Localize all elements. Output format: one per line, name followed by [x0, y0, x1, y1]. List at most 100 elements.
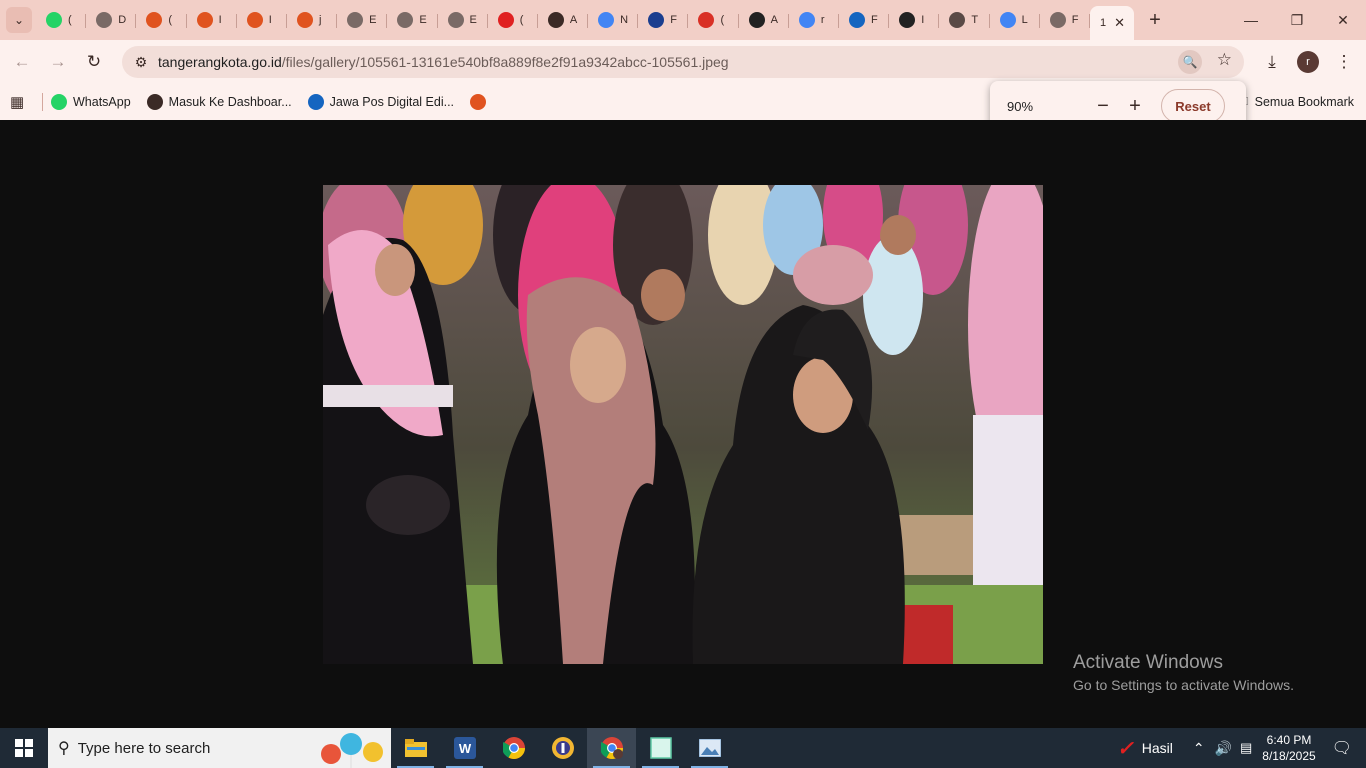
pixiv-icon [899, 12, 916, 28]
chevron-up-icon[interactable]: ⌃ [1193, 740, 1205, 757]
weather-widget[interactable]: ✓ Hasil [1117, 736, 1173, 761]
google-icon [999, 12, 1016, 28]
tab-title: A [770, 14, 778, 26]
start-button[interactable] [0, 728, 48, 768]
zoom-indicator-icon[interactable]: 🔍 [1178, 50, 1202, 74]
taskbar-photos[interactable] [685, 728, 734, 768]
browser-tab[interactable]: I [187, 5, 237, 35]
browser-tab[interactable]: D [86, 5, 137, 35]
bookmark-item[interactable]: Masuk Ke Dashboar... [146, 94, 292, 110]
browser-tab[interactable]: j [287, 5, 338, 35]
reload-button[interactable]: ↻ [76, 44, 112, 80]
downloads-button[interactable]: ⤓ [1256, 46, 1288, 78]
browser-tab[interactable]: F [638, 5, 689, 35]
zoom-reset-button[interactable]: Reset [1161, 89, 1225, 123]
bookmark-list: WhatsApp Masuk Ke Dashboar... Jawa Pos Dig… [51, 94, 508, 110]
taskbar-notepad[interactable] [636, 728, 685, 768]
aperture-icon [347, 12, 364, 28]
tab-title: N [620, 14, 629, 26]
browser-tab[interactable]: E [438, 5, 488, 35]
taskbar-search[interactable]: ⚲ Type here to search [48, 728, 391, 768]
profile-button[interactable]: r [1292, 46, 1324, 78]
clock[interactable]: 6:40 PM 8/18/2025 [1262, 732, 1315, 764]
google-icon [798, 12, 815, 28]
bookmark-item[interactable] [470, 94, 492, 110]
network-icon[interactable]: ▤ [1240, 740, 1252, 756]
menu-button[interactable]: ⋮ [1328, 46, 1360, 78]
close-tab-icon[interactable]: ✕ [1114, 15, 1125, 31]
browser-tab[interactable]: ( [136, 5, 187, 35]
browser-tab[interactable]: E [337, 5, 388, 35]
browser-tab[interactable]: T [939, 5, 990, 35]
zoom-out-button[interactable]: − [1087, 90, 1119, 122]
tab-title: L [1021, 14, 1028, 26]
taskbar-word[interactable]: W [440, 728, 489, 768]
tab-title: ( [68, 14, 72, 26]
bookmark-star-icon[interactable]: ☆ [1217, 50, 1232, 70]
browser-tab[interactable]: A [538, 5, 589, 35]
taskbar-chrome[interactable] [489, 728, 538, 768]
chevron-down-icon: ⌄ [13, 13, 25, 27]
browser-tab[interactable]: L [990, 5, 1040, 35]
windows-logo-icon [15, 739, 33, 757]
tab-title: D [118, 14, 127, 26]
aperture-icon [397, 12, 414, 28]
forward-button[interactable]: → [40, 44, 76, 80]
tab-title: I [921, 14, 925, 26]
address-bar[interactable]: ⚙ tangerangkota.go.id/files/gallery/1055… [122, 46, 1244, 78]
tab-title: A [569, 14, 578, 26]
globe-icon [146, 94, 163, 110]
windows-activation-watermark: Activate Windows Go to Settings to activ… [1073, 652, 1294, 693]
site-info-icon[interactable]: ⚙ [126, 54, 156, 71]
browser-tab[interactable]: F [839, 5, 890, 35]
tab-title: T [971, 14, 979, 26]
search-icon: ⚲ [58, 740, 70, 757]
browser-tab[interactable]: I [889, 5, 940, 35]
taskbar-file-explorer[interactable] [391, 728, 440, 768]
browser-tab-active[interactable]: 1 ✕ [1089, 6, 1134, 40]
url-path: /files/gallery/105561-13161e540bf8a889f8… [281, 54, 729, 70]
taskbar-chrome-profile[interactable] [587, 728, 636, 768]
zoom-in-button[interactable]: + [1119, 90, 1151, 122]
notification-icon[interactable]: 🗨 [1332, 738, 1352, 758]
apps-grid-icon[interactable]: ▦ [10, 93, 32, 111]
all-bookmarks-button[interactable]: 🗀 Semua Bookmark [1237, 84, 1354, 120]
folder-icon [404, 739, 427, 757]
taskbar-vpn[interactable] [538, 728, 587, 768]
back-button[interactable]: ← [4, 44, 40, 80]
restore-button[interactable]: ❐ [1274, 0, 1320, 40]
tab-search-button[interactable]: ⌄ [6, 7, 32, 33]
balloons-icon [321, 733, 383, 768]
bookmark-item[interactable]: Jawa Pos Digital Edi... [307, 94, 454, 110]
browser-tab[interactable]: r [789, 5, 839, 35]
whatsapp-icon [51, 94, 67, 110]
shield-icon [949, 12, 966, 28]
gallery-photo[interactable] [323, 185, 1043, 664]
browser-tab[interactable]: ( [36, 5, 87, 35]
browser-tab[interactable]: F [1040, 5, 1090, 35]
tab-title: F [1071, 14, 1079, 26]
bookmarks-divider [42, 93, 43, 111]
browser-tab[interactable]: A [739, 5, 789, 35]
browser-tab[interactable]: I [237, 5, 287, 35]
volume-icon[interactable]: 🔊 [1215, 740, 1232, 757]
browser-tab[interactable]: ( [488, 5, 538, 35]
jp-logo-icon [470, 94, 487, 110]
tab-title: F [670, 14, 677, 26]
all-bookmarks-label: Semua Bookmark [1254, 95, 1354, 109]
new-tab-button[interactable]: + [1138, 9, 1172, 32]
bookmark-item[interactable]: WhatsApp [51, 94, 131, 110]
shield-app-icon [551, 737, 574, 759]
minimize-button[interactable]: — [1228, 0, 1274, 40]
tab-title: E [469, 14, 477, 26]
tab-strip: ⌄ (D(I Ij E E E(A N F(Ar F I T L F 1 ✕ + — ❐ ✕ [0, 0, 1366, 40]
arrow-left-icon: ← [13, 52, 31, 71]
word-icon: W [453, 737, 476, 759]
browser-tab[interactable]: ( [688, 5, 739, 35]
close-window-button[interactable]: ✕ [1320, 0, 1366, 40]
browser-tab[interactable]: E [387, 5, 438, 35]
url-text[interactable]: tangerangkota.go.id/files/gallery/105561… [158, 54, 729, 70]
browser-tab[interactable]: N [588, 5, 639, 35]
blank-window-icon [649, 737, 672, 759]
gmail-icon [698, 12, 715, 28]
